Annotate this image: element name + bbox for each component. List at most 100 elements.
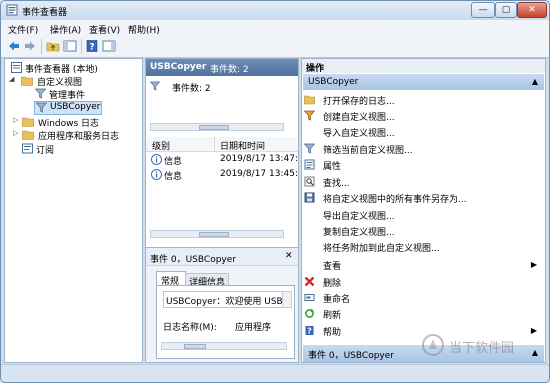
column-divider[interactable] <box>214 137 215 151</box>
action-item[interactable]: 将任务附加到此自定义视图... <box>302 239 545 255</box>
action-item[interactable]: 查看 ▶ <box>302 257 545 273</box>
watermark-logo-icon <box>422 334 444 356</box>
action-item-label: 复制自定义视图... <box>323 228 395 238</box>
action-item-label: 查看 <box>323 262 342 272</box>
folder-icon <box>22 130 34 140</box>
action-item[interactable]: 筛选当前自定义视图... <box>302 141 545 157</box>
menu-action[interactable]: 操作(A) <box>50 23 81 36</box>
action-item[interactable]: 删除 <box>302 274 545 290</box>
delete-icon <box>304 276 315 287</box>
event-message-box[interactable]: USBCopyer：欢迎使用 USBCopyer <box>163 291 283 308</box>
actions-header: 操作 <box>302 59 545 74</box>
collapse-arrow-icon[interactable]: ▲ <box>532 77 538 86</box>
menu-view[interactable]: 查看(V) <box>89 23 120 36</box>
detail-close-icon[interactable]: ✕ <box>285 251 293 261</box>
event-viewer-app-icon <box>6 4 18 16</box>
action-item[interactable]: 将自定义视图中的所有事件另存为... <box>302 190 545 206</box>
save-icon <box>304 192 315 203</box>
horizontal-scrollbar[interactable] <box>150 230 284 238</box>
action-item[interactable]: 导出自定义视图... <box>302 207 545 223</box>
row-datetime: 2019/8/17 13:47:14 <box>220 154 298 164</box>
filter-icon <box>35 88 46 99</box>
action-item[interactable]: 创建自定义视图... <box>302 108 545 124</box>
tree-item-label: Windows 日志 <box>38 119 100 129</box>
tree-item-label: 事件查看器 (本地) <box>25 65 98 75</box>
actions-section-header[interactable]: USBCopyer ▲ <box>303 74 544 90</box>
event-list-header: USBCopyer 事件数: 2 <box>146 59 298 76</box>
scrollbar-thumb[interactable] <box>199 232 229 237</box>
action-item-label: 筛选当前自定义视图... <box>323 146 413 156</box>
menu-bar: 文件(F) 操作(A) 查看(V) 帮助(H) <box>1 20 549 36</box>
filter-icon <box>304 143 315 154</box>
tree-item-usbcopyer[interactable]: USBCopyer <box>34 101 102 115</box>
svg-text:?: ? <box>89 43 94 53</box>
action-item-label: 将任务附加到此自定义视图... <box>323 244 440 254</box>
row-level: 信息 <box>164 157 183 167</box>
back-arrow-icon[interactable] <box>7 39 21 53</box>
action-item[interactable]: 刷新 <box>302 306 545 322</box>
help-book-icon[interactable]: ? <box>85 39 99 53</box>
tree-item-label: 应用程序和服务日志 <box>38 132 120 142</box>
close-button[interactable]: ✕ <box>517 2 547 18</box>
action-item-label: 将自定义视图中的所有事件另存为... <box>323 195 467 205</box>
filter-summary-text: 事件数: 2 <box>172 84 211 94</box>
action-item-label: 导入自定义视图... <box>323 129 395 139</box>
collapsed-triangle-icon[interactable]: ▷ <box>13 129 18 137</box>
event-viewer-window: 事件查看器 — ▢ ✕ 文件(F) 操作(A) 查看(V) 帮助(H) ? 事件… <box>0 0 550 383</box>
info-icon <box>151 169 162 180</box>
horizontal-scrollbar[interactable] <box>150 123 284 131</box>
toolbar: ? <box>1 36 549 58</box>
collapsed-triangle-icon[interactable]: ▷ <box>13 116 18 124</box>
menu-file[interactable]: 文件(F) <box>8 23 38 36</box>
message-scrollbar[interactable] <box>282 291 292 308</box>
column-header-level[interactable]: 级别 <box>152 139 170 152</box>
row-level: 信息 <box>164 172 183 182</box>
actions-pane: 操作 USBCopyer ▲ 打开保存的日志... 创建自定义视图... 导入自定义… <box>301 58 546 363</box>
event-viewer-icon <box>11 62 22 73</box>
window-title: 事件查看器 <box>22 8 68 18</box>
find-icon <box>304 176 315 187</box>
forward-arrow-icon[interactable] <box>23 39 37 53</box>
actions-section-title: USBCopyer <box>308 77 359 87</box>
expanded-triangle-icon[interactable]: ◢ <box>9 75 14 83</box>
maximize-button[interactable]: ▢ <box>495 2 517 18</box>
filter-icon <box>36 102 47 113</box>
table-row[interactable]: 信息 2019/8/17 13:45:48 <box>146 167 298 182</box>
rename-icon <box>304 294 315 301</box>
svg-text:?: ? <box>307 327 312 336</box>
status-bar <box>1 364 549 382</box>
open-folder-icon <box>304 95 315 105</box>
action-item[interactable]: 查找... <box>302 174 545 190</box>
event-table-header: 级别 日期和时间 <box>146 137 298 152</box>
event-list-title: USBCopyer <box>150 62 207 72</box>
navigation-tree: 事件查看器 (本地) ◢ 自定义视图 管理事件 USBCopyer ▷ Wind… <box>4 58 143 363</box>
actions-section-title: 事件 0，USBCopyer <box>308 351 394 361</box>
folder-up-icon[interactable] <box>46 39 60 53</box>
action-item-label: 帮助 <box>323 328 342 338</box>
action-item[interactable]: 打开保存的日志... <box>302 92 545 108</box>
event-count-label: 事件数: 2 <box>210 65 249 75</box>
scrollbar-thumb[interactable] <box>184 344 206 349</box>
action-item-label: 刷新 <box>323 311 342 321</box>
tab-general[interactable]: 常规 <box>156 271 186 287</box>
toolbar-separator <box>81 39 82 54</box>
event-message-text: USBCopyer：欢迎使用 USBCopyer <box>166 297 283 307</box>
show-hide-tree-icon[interactable] <box>63 39 77 53</box>
tree-item-label: 管理事件 <box>49 91 86 101</box>
folder-icon <box>21 76 33 86</box>
action-item-label: 属性 <box>323 162 342 172</box>
event-detail-title: 事件 0，USBCopyer <box>150 255 236 265</box>
menu-help[interactable]: 帮助(H) <box>128 23 160 36</box>
action-item[interactable]: 导入自定义视图... <box>302 124 545 140</box>
action-item[interactable]: 重命名 <box>302 290 545 306</box>
action-item[interactable]: 属性 <box>302 157 545 173</box>
minimize-button[interactable]: — <box>471 2 495 18</box>
table-row[interactable]: 信息 2019/8/17 13:47:14 <box>146 152 298 167</box>
show-action-pane-icon[interactable] <box>102 39 116 53</box>
scrollbar-thumb[interactable] <box>199 125 229 130</box>
action-item[interactable]: 复制自定义视图... <box>302 223 545 239</box>
column-header-datetime[interactable]: 日期和时间 <box>220 139 265 152</box>
action-item-label: 导出自定义视图... <box>323 212 395 222</box>
filter-summary: 事件数: 2 <box>146 76 298 131</box>
horizontal-scrollbar[interactable] <box>161 342 287 350</box>
